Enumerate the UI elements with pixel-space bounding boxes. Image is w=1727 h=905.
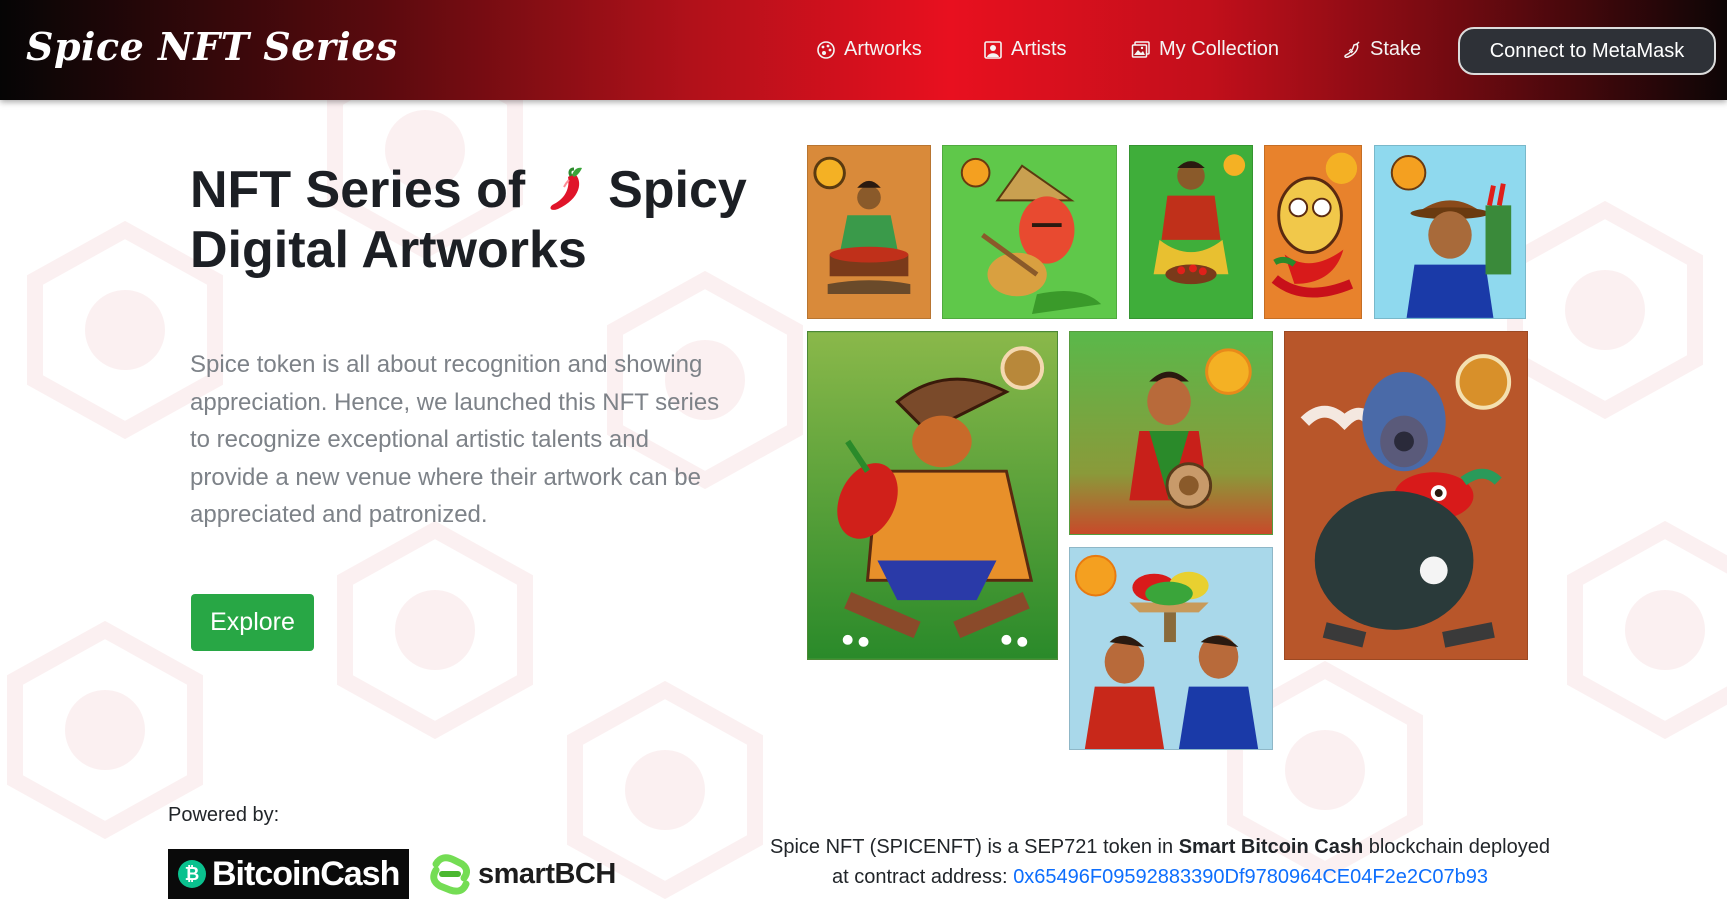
- smartbch-chain-icon: [430, 854, 471, 895]
- hex-logo-watermark: [337, 520, 533, 740]
- artwork-illustration: [808, 146, 930, 318]
- hex-logo-watermark: [1507, 200, 1703, 420]
- pepper-icon: [1344, 40, 1360, 58]
- nav-label-my-collection: My Collection: [1159, 38, 1280, 60]
- images-icon: [1131, 40, 1150, 58]
- artwork-illustration: [1130, 146, 1252, 318]
- hero-title-part1: NFT Series of: [190, 161, 526, 219]
- hero-description: Spice token is all about recognition and…: [190, 351, 720, 528]
- bitcoin-cash-logo-text: BitcoinCash: [212, 854, 400, 893]
- artwork-woman-squatting-with-chilis[interactable]: [1129, 145, 1253, 319]
- bitcoin-cash-coin-icon: ₿: [178, 860, 206, 888]
- person-badge-icon: [984, 40, 1002, 59]
- artwork-illustration: [943, 146, 1116, 318]
- chili-pepper-icon: [550, 167, 582, 210]
- smartbch-logo[interactable]: smartBCH: [426, 849, 616, 899]
- artwork-illustration: [1265, 146, 1361, 318]
- artwork-illustration: [1375, 146, 1525, 318]
- connect-metamask-button[interactable]: Connect to MetaMask: [1458, 27, 1716, 75]
- nav-item-my-collection[interactable]: My Collection: [1131, 38, 1279, 61]
- artwork-boy-with-bowl[interactable]: [1069, 331, 1273, 535]
- explore-button[interactable]: Explore: [191, 594, 314, 651]
- artwork-elephant-god-with-chili[interactable]: [1284, 331, 1528, 660]
- nav-label-stake: Stake: [1370, 38, 1422, 60]
- artwork-skull-with-chilis[interactable]: [1264, 145, 1362, 319]
- contract-text-1: Spice NFT (SPICENFT) is a SEP721 token i…: [770, 836, 1174, 858]
- artwork-illustration: [1070, 332, 1272, 534]
- contract-chain-name: Smart Bitcoin Cash: [1178, 836, 1364, 858]
- palette-icon: [817, 40, 835, 59]
- top-navbar: Spice NFT Series Artworks Artists My Col…: [0, 0, 1727, 100]
- smartbch-logo-text: smartBCH: [478, 857, 616, 890]
- artwork-illustration: [1070, 548, 1272, 749]
- artwork-farmer-holding-chili[interactable]: [807, 331, 1058, 660]
- hero-title: NFT Series of Spicy Digital Artworks: [190, 160, 750, 280]
- artwork-illustration: [1285, 332, 1527, 659]
- powered-by-label: Powered by:: [168, 804, 280, 826]
- contract-address-link[interactable]: 0x65496F09592883390Df9780964CE04F2e2C07b…: [1013, 866, 1488, 888]
- brand-logo[interactable]: Spice NFT Series: [26, 24, 398, 69]
- nav-item-artworks[interactable]: Artworks: [816, 38, 922, 61]
- contract-info: Spice NFT (SPICENFT) is a SEP721 token i…: [760, 832, 1560, 892]
- artwork-illustration: [808, 332, 1057, 659]
- hex-logo-watermark: [1567, 520, 1727, 740]
- bitcoin-cash-logo[interactable]: ₿ BitcoinCash: [168, 849, 409, 899]
- artwork-farmer-with-guitar[interactable]: [942, 145, 1117, 319]
- nav-label-artworks: Artworks: [844, 38, 922, 60]
- artwork-farmer-with-hat-blue[interactable]: [1374, 145, 1526, 319]
- artwork-couple-with-chili-platter[interactable]: [1069, 547, 1273, 750]
- artwork-woman-with-chili-basket[interactable]: [807, 145, 931, 319]
- nav-item-stake[interactable]: Stake: [1342, 38, 1421, 61]
- nav-label-artists: Artists: [1011, 38, 1067, 60]
- nav-item-artists[interactable]: Artists: [983, 38, 1067, 61]
